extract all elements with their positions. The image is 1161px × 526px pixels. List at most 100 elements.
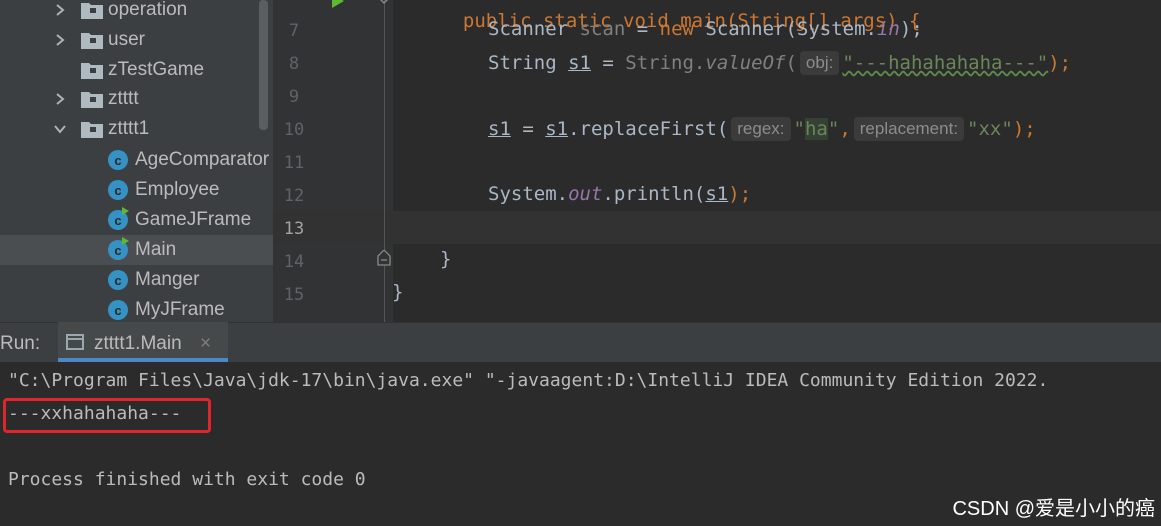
code-token: " <box>827 118 840 140</box>
runnable-marker-icon <box>122 207 129 215</box>
closing-brace: } <box>440 248 452 270</box>
tree-item-label: ztttt <box>108 88 139 109</box>
code-token: ); <box>899 18 923 40</box>
tree-item[interactable]: c MyJFrame <box>0 295 273 322</box>
line-number: 10 <box>283 120 305 140</box>
tree-item-label: zTestGame <box>108 59 205 80</box>
code-line-15: } <box>392 281 403 303</box>
line-number: 8 <box>288 54 300 74</box>
line-number: 15 <box>283 285 305 305</box>
code-token: scan <box>579 18 626 40</box>
code-token: = <box>510 118 546 140</box>
code-token: String <box>488 52 569 74</box>
folder-icon <box>81 31 103 49</box>
param-hint: replacement: <box>853 117 965 141</box>
code-token: valueOf <box>705 52 786 74</box>
code-line-7: Scanner scan = new Scanner(System.in); <box>488 18 923 40</box>
folder-icon <box>81 90 103 108</box>
code-token: .replaceFirst( <box>568 118 729 140</box>
line-number: 9 <box>288 87 300 107</box>
fold-close-icon[interactable] <box>377 0 391 8</box>
tree-item-label: Employee <box>135 179 220 200</box>
folder-icon <box>81 120 103 138</box>
class-icon: c <box>108 150 128 170</box>
tree-item[interactable]: c Main <box>0 235 273 265</box>
code-token: , <box>839 118 851 140</box>
class-icon: c <box>108 237 129 260</box>
code-token: in <box>876 18 900 40</box>
current-line-highlight <box>273 211 1161 244</box>
code-string: "xx" <box>967 118 1013 140</box>
code-token: String. <box>625 52 706 74</box>
chevron-right-icon[interactable] <box>53 3 67 17</box>
tree-item[interactable]: c Manger <box>0 265 273 295</box>
tree-item[interactable]: operation <box>0 0 273 25</box>
project-tree: operation user zTestGame ztttt ztttt1 c AgeCom… <box>0 0 273 322</box>
code-line-14: } <box>440 248 451 270</box>
tree-item[interactable]: ztttt <box>0 84 273 114</box>
tree-item-label: operation <box>108 0 188 20</box>
code-token: = <box>590 52 626 74</box>
tree-item[interactable]: c GameJFrame <box>0 205 273 235</box>
tree-scrollbar[interactable] <box>259 0 268 130</box>
run-gutter-icon[interactable] <box>330 0 346 8</box>
code-token: s1 <box>545 118 569 140</box>
watermark: CSDN @爱是小小的癌 <box>952 498 1155 520</box>
code-token: Scanner <box>488 18 569 40</box>
chevron-right-icon[interactable] <box>53 92 67 106</box>
result-highlight-box <box>3 398 211 433</box>
chevron-right-icon[interactable] <box>53 33 67 47</box>
code-token: .println( <box>602 183 706 205</box>
code-token: s1 <box>488 118 511 140</box>
class-icon: c <box>108 270 128 290</box>
tree-item-label: user <box>108 29 145 50</box>
console-line-command: "C:\Program Files\Java\jdk-17\bin\java.e… <box>8 370 1049 391</box>
folder-icon <box>81 61 103 79</box>
code-token: = <box>625 18 660 40</box>
tree-item[interactable]: ztttt1 <box>0 114 273 144</box>
code-line-10: s1 = s1.replaceFirst(regex: "ha", replacem… <box>488 117 1036 141</box>
folder-icon <box>81 1 103 19</box>
class-icon: c <box>108 207 129 230</box>
code-token: " <box>793 118 805 140</box>
close-icon[interactable]: × <box>200 333 211 355</box>
closing-brace: } <box>392 281 404 303</box>
code-editor[interactable] <box>393 0 1161 322</box>
tree-item-label: GameJFrame <box>135 209 252 230</box>
code-token: Scanner(System. <box>693 18 877 40</box>
line-number: 13 <box>283 219 305 239</box>
code-token: ); <box>728 183 752 205</box>
code-string: ha <box>804 118 828 140</box>
code-token: ); <box>1048 52 1072 74</box>
param-hint: regex: <box>731 117 791 141</box>
tree-item[interactable]: c Employee <box>0 175 273 205</box>
line-number: 12 <box>283 186 305 206</box>
tree-item-label: ztttt1 <box>108 118 150 139</box>
console-icon <box>66 334 84 350</box>
code-token: ); <box>1012 118 1036 140</box>
fold-open-icon[interactable] <box>377 250 391 266</box>
run-tab-title[interactable]: ztttt1.Main <box>94 333 182 355</box>
tree-item-label: Main <box>135 239 177 260</box>
tree-item-label: MyJFrame <box>135 299 225 320</box>
code-token: new <box>659 18 694 40</box>
run-label: Run: <box>0 333 41 354</box>
tree-item-label: Manger <box>135 269 200 290</box>
code-token: s1 <box>705 183 729 205</box>
class-icon: c <box>108 180 128 200</box>
tree-item[interactable]: user <box>0 25 273 55</box>
chevron-down-icon[interactable] <box>53 122 67 136</box>
tree-item[interactable]: c AgeComparator <box>0 145 273 175</box>
runnable-marker-icon <box>122 237 129 245</box>
line-number: 7 <box>288 21 300 41</box>
code-token: ( <box>785 52 797 74</box>
code-token: s1 <box>568 52 591 74</box>
code-string: "---hahahahaha---" <box>842 52 1049 74</box>
code-line-8: String s1 = String.valueOf(obj: "---hahah… <box>488 51 1071 75</box>
line-number: 14 <box>283 252 305 272</box>
tree-item[interactable]: zTestGame <box>0 55 273 85</box>
line-number: 11 <box>283 153 305 173</box>
code-token: System. <box>488 183 569 205</box>
param-hint: obj: <box>799 51 840 75</box>
tree-item-label: AgeComparator <box>135 149 270 170</box>
